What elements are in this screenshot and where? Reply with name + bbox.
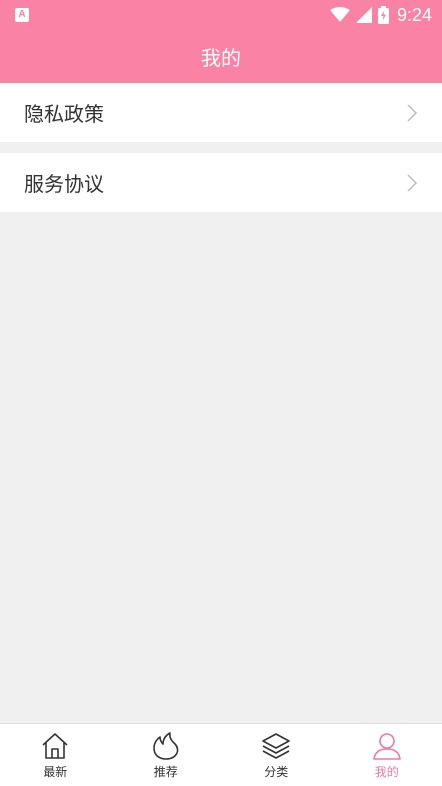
- privacy-policy-item[interactable]: 隐私政策: [0, 83, 442, 142]
- tab-label: 推荐: [153, 765, 178, 779]
- bottom-tab-bar: 最新 推荐 分类 我的: [0, 723, 442, 786]
- cellular-signal-icon: [355, 7, 372, 23]
- clock: 9:24: [396, 5, 432, 25]
- status-icons: 9:24: [329, 4, 432, 26]
- battery-charging-icon: [377, 6, 389, 24]
- layers-icon: [262, 733, 291, 759]
- status-bar: A 9:24: [0, 0, 442, 30]
- chevron-right-icon: [407, 104, 418, 122]
- wifi-icon: [329, 7, 350, 22]
- service-agreement-item[interactable]: 服务协议: [0, 153, 442, 212]
- tab-label: 分类: [264, 765, 289, 779]
- page-header: 我的: [0, 30, 442, 83]
- flame-icon: [152, 732, 179, 760]
- tab-mine[interactable]: 我的: [332, 724, 442, 786]
- tab-latest[interactable]: 最新: [0, 724, 111, 786]
- user-icon: [372, 733, 401, 760]
- page-title: 我的: [201, 46, 241, 70]
- tab-categories[interactable]: 分类: [221, 724, 332, 786]
- tab-label: 最新: [43, 765, 68, 779]
- list-divider: [0, 142, 442, 153]
- tab-label: 我的: [374, 765, 399, 779]
- home-icon: [42, 733, 68, 759]
- tab-recommended[interactable]: 推荐: [111, 724, 222, 786]
- settings-list: 隐私政策 服务协议: [0, 83, 442, 212]
- chevron-right-icon: [407, 174, 418, 192]
- app-notification-icon: A: [15, 8, 29, 22]
- menu-item-label: 服务协议: [24, 172, 104, 196]
- menu-item-label: 隐私政策: [24, 102, 104, 126]
